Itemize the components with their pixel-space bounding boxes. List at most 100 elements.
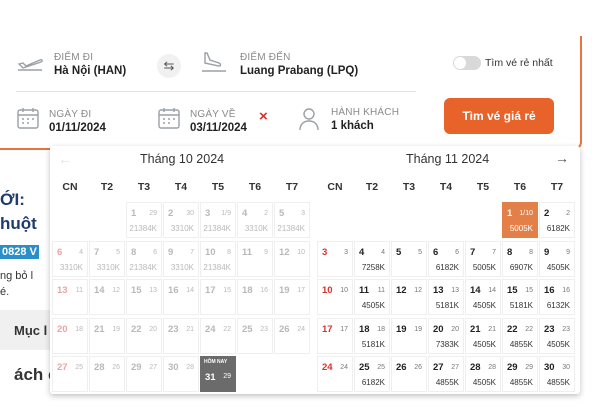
- day-cell: 3 1/9 21384K: [200, 202, 236, 238]
- day-cell[interactable]: 29 29 4855K: [502, 356, 538, 392]
- day-price: 6182K: [546, 224, 570, 233]
- to-value: Luang Prabang (LPQ): [240, 65, 359, 77]
- article-phone-badge[interactable]: 0828 V: [0, 245, 39, 259]
- day-price: 21384K: [277, 224, 305, 233]
- day-cell[interactable]: 55: [391, 240, 427, 277]
- depart-label: NGÀY ĐI: [49, 109, 92, 120]
- day-cell[interactable]: 33: [317, 240, 353, 277]
- day-price: 4855K: [509, 378, 533, 387]
- day-cell[interactable]: 12 12: [391, 279, 427, 315]
- day-cell: 8 6 21384K: [126, 240, 162, 277]
- day-cell: 16 14: [163, 279, 199, 315]
- lunar-date: 27: [149, 364, 157, 371]
- day-price: 3310K: [244, 224, 268, 233]
- day-cell[interactable]: 18 18 5181K: [354, 317, 390, 354]
- passengers-field[interactable]: HÀNH KHÁCH 1 khách: [331, 107, 399, 132]
- day-cell[interactable]: 8 8 6907K: [502, 240, 538, 277]
- passengers-label: HÀNH KHÁCH: [331, 107, 400, 118]
- day-number: 27: [57, 362, 68, 373]
- next-month-icon[interactable]: →: [555, 150, 569, 166]
- day-cell: 26 24: [274, 317, 310, 354]
- day-cell[interactable]: 17 17: [317, 317, 353, 354]
- day-cell[interactable]: 10 10: [317, 279, 353, 315]
- day-cell: 20 18: [52, 317, 88, 354]
- day-cell[interactable]: 28 28 4505K: [465, 356, 501, 392]
- calendar-icon: [157, 106, 181, 135]
- day-cell[interactable]: 21 21 4505K: [465, 317, 501, 354]
- day-price: 6182K: [435, 262, 459, 272]
- day-number: 10: [322, 285, 333, 296]
- lunar-date: 12: [112, 287, 120, 294]
- day-cell[interactable]: 25 25 6182K: [354, 356, 390, 392]
- today-cell[interactable]: HÔM NAY 31 29: [200, 356, 236, 392]
- day-cell[interactable]: 2 2 6182K: [539, 202, 575, 238]
- day-price: 5005K: [509, 224, 533, 233]
- search-flights-button[interactable]: Tìm vé giá rẻ: [444, 98, 554, 134]
- lunar-date: 22: [525, 325, 533, 333]
- day-cell[interactable]: 22 22 4855K: [502, 317, 538, 354]
- article-text-1: ng bỏ l: [0, 270, 34, 282]
- article-text-2: é.: [0, 286, 10, 298]
- day-cell: 18 16: [237, 279, 273, 315]
- day-number: 28: [470, 362, 481, 373]
- day-number: 27: [433, 362, 444, 373]
- return-date-field[interactable]: NGÀY VỀ 03/11/2024: [190, 109, 247, 134]
- day-cell[interactable]: 24 24: [317, 356, 353, 392]
- day-cell[interactable]: 20 20 7383K: [428, 317, 464, 354]
- day-cell[interactable]: 30 30 4855K: [539, 356, 575, 392]
- day-cell[interactable]: 6 6 6182K: [428, 240, 464, 277]
- lunar-date: 8: [529, 248, 533, 256]
- swap-button[interactable]: ⇆: [157, 54, 181, 78]
- depart-date-field[interactable]: NGÀY ĐI 01/11/2024: [49, 109, 106, 134]
- day-number: 1: [131, 208, 137, 219]
- day-number: 24: [205, 323, 216, 335]
- prev-month-icon[interactable]: ←: [58, 151, 72, 167]
- day-cell: 13 11: [52, 279, 88, 315]
- cheapest-toggle[interactable]: [453, 56, 481, 70]
- day-cell[interactable]: 9 9 4505K: [539, 240, 575, 277]
- day-number: 19: [279, 285, 290, 296]
- lunar-date: 3: [344, 248, 348, 256]
- day-cell[interactable]: 26 26: [391, 356, 427, 392]
- day-cell[interactable]: 19 19: [391, 317, 427, 354]
- clear-return-date-icon[interactable]: ×: [259, 108, 268, 125]
- lunar-date: 7: [190, 248, 194, 256]
- month-title-right: Tháng 11 2024: [406, 152, 490, 166]
- article-toc-title[interactable]: Mục l: [14, 323, 47, 338]
- day-cell[interactable]: 16 16 6132K: [539, 279, 575, 315]
- day-price: 6182K: [361, 378, 385, 387]
- day-number: 17: [322, 323, 333, 335]
- weekday-header: T4: [174, 181, 188, 193]
- day-number: 5: [396, 246, 402, 258]
- weekday-header: T6: [248, 181, 262, 193]
- lunar-date: 15: [223, 287, 231, 294]
- day-price: 6132K: [546, 301, 570, 310]
- weekday-header: CN: [62, 181, 78, 193]
- day-cell[interactable]: 27 27 4855K: [428, 356, 464, 392]
- day-price: 3310K: [96, 262, 120, 272]
- lunar-date: 6: [153, 248, 157, 256]
- day-price: 5181K: [361, 339, 385, 349]
- from-field[interactable]: ĐIỂM ĐI Hà Nội (HAN): [54, 52, 126, 77]
- day-number: 25: [242, 323, 253, 335]
- to-field[interactable]: ĐIỂM ĐẾN Luang Prabang (LPQ): [240, 52, 358, 77]
- day-cell[interactable]: 7 7 5005K: [465, 240, 501, 277]
- day-cell: 2 30 3310K: [163, 202, 199, 238]
- lunar-date: 1/10: [519, 210, 533, 217]
- day-cell: 24 22: [200, 317, 236, 354]
- day-cell[interactable]: 14 14 4505K: [465, 279, 501, 315]
- day-cell[interactable]: 11 11 4505K: [354, 279, 390, 315]
- day-number: 6: [57, 246, 63, 258]
- to-label: ĐIỂM ĐẾN: [240, 52, 291, 63]
- lunar-date: 30: [186, 210, 194, 217]
- day-number: 18: [242, 285, 253, 296]
- day-cell[interactable]: 4 4 7258K: [354, 240, 390, 277]
- lunar-date: 19: [112, 325, 120, 333]
- lunar-date: 28: [186, 364, 194, 371]
- day-cell[interactable]: 13 13 5181K: [428, 279, 464, 315]
- selected-day-cell[interactable]: 1 1/10 5005K: [502, 202, 538, 238]
- day-cell[interactable]: 23 23 4505K: [539, 317, 575, 354]
- lunar-date: 2: [264, 210, 268, 217]
- day-cell[interactable]: 15 15 5181K: [502, 279, 538, 315]
- lunar-date: 29: [149, 210, 157, 217]
